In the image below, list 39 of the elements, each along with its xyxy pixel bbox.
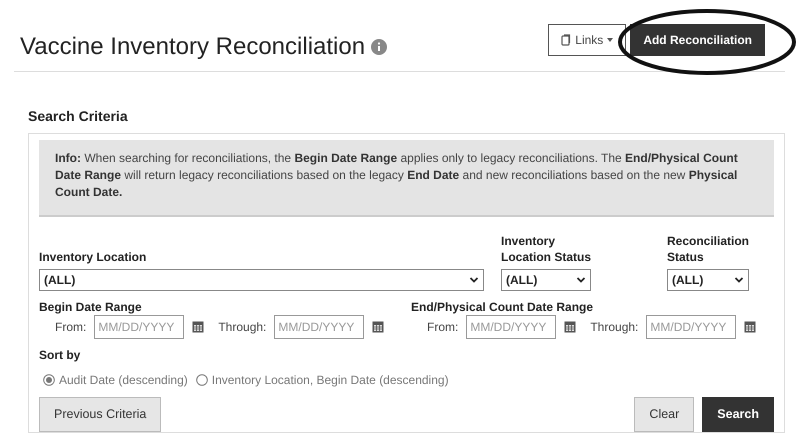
add-reconciliation-button[interactable]: Add Reconciliation	[630, 24, 765, 56]
info-message: Info: When searching for reconciliations, the Begin Date Range applies only to legacy reconciliations. The End/Physical Count Date Range will return legacy reconciliations based on the legacy End Date and new reconciliations based on the new Physical Count Date.	[39, 140, 774, 217]
sort-label: Sort by	[39, 347, 82, 363]
chevron-icon	[734, 276, 744, 284]
date-range-label: End/Physical Count Date Range	[411, 299, 594, 315]
filter-label: Inventory Location Status	[501, 233, 592, 265]
calendar-icon[interactable]	[372, 321, 384, 333]
filter-label: Reconciliation Status	[667, 233, 750, 265]
page-title: Vaccine Inventory Reconciliation	[20, 32, 366, 62]
filter-label: Inventory Location	[39, 249, 148, 265]
calendar-icon[interactable]	[192, 321, 204, 333]
date-field[interactable]: MM/DD/YYYY	[466, 315, 556, 339]
links-button[interactable]: Links	[548, 24, 626, 56]
search-button[interactable]: Search	[702, 397, 774, 432]
info-icon[interactable]	[371, 38, 388, 54]
field-label: Through:	[218, 319, 266, 336]
date-field[interactable]: MM/DD/YYYY	[94, 315, 184, 339]
date-field[interactable]: MM/DD/YYYY	[646, 315, 736, 339]
date-range-label: Begin Date Range	[39, 299, 143, 315]
dropdown-field[interactable]: (ALL)	[501, 269, 591, 291]
date-field[interactable]: MM/DD/YYYY	[274, 315, 364, 339]
radio-label: Audit Date (descending)	[59, 372, 188, 389]
dropdown-field[interactable]: (ALL)	[667, 269, 749, 291]
section-title: Search Criteria	[28, 107, 129, 126]
clear-button[interactable]: Clear	[634, 397, 694, 432]
calendar-icon[interactable]	[564, 321, 576, 333]
calendar-icon[interactable]	[744, 321, 756, 333]
document-icon	[561, 34, 572, 46]
previous-criteria-button[interactable]: Previous Criteria	[39, 397, 162, 432]
caret-icon	[607, 38, 614, 42]
radio-button[interactable]	[196, 374, 208, 386]
dropdown-field[interactable]: (ALL)	[39, 269, 484, 291]
field-label: From:	[427, 319, 458, 336]
radio-label: Inventory Location, Begin Date (descending)	[212, 372, 449, 389]
chevron-icon	[469, 276, 479, 284]
radio-button[interactable]	[43, 374, 55, 386]
chevron-icon	[576, 276, 586, 284]
field-label: From:	[55, 319, 86, 336]
field-label: Through:	[590, 319, 638, 336]
